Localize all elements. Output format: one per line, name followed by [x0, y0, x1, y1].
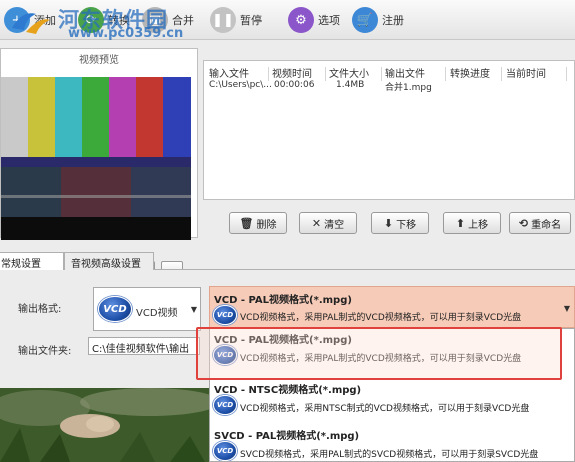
- merge-icon: ▣: [142, 7, 168, 33]
- list-action-bar: 🗑 删除 ✕ 清空 ⬇ 下移 ⬆ 上移 ⟲ 重命名: [203, 208, 575, 236]
- convert-button[interactable]: ⟳ 转换: [78, 4, 130, 36]
- clear-label: 清空: [324, 219, 345, 231]
- convert-button-label: 转换: [108, 14, 130, 27]
- merge-button[interactable]: ▣ 合并: [142, 4, 194, 36]
- video-preview-panel: 视频预览 ▶ ❚❚ ■ ∩ ◙ ▬: [0, 48, 198, 281]
- option-desc: SVCD视频格式，采用PAL制式的SVCD视频格式，可以用于刻录SVCD光盘: [240, 450, 539, 460]
- output-folder-field[interactable]: C:\佳佳视频软件\输出: [88, 337, 200, 355]
- chevron-down-icon: ▼: [190, 305, 197, 314]
- column-header[interactable]: 输出文件: [385, 65, 425, 80]
- add-icon: +: [4, 7, 30, 33]
- rename-icon: ⟲: [518, 216, 529, 230]
- table-row[interactable]: C:\Users\pc\... 00:00:06 1.4MB 合并1.mpg: [204, 80, 574, 94]
- format-option-svcd-pal[interactable]: SVCD - PAL视频格式(*.mpg) VCD SVCD视频格式，采用PAL…: [210, 425, 574, 461]
- option-title: VCD - NTSC视频格式(*.mpg): [214, 385, 362, 396]
- vcd-format-icon: VCD: [213, 441, 237, 461]
- move-up-button[interactable]: ⬆ 上移: [443, 212, 501, 234]
- selected-format-desc: VCD视频格式，采用PAL制式的VCD视频格式，可以用于刻录VCD光盘: [240, 313, 522, 323]
- clear-x-icon: ✕: [311, 216, 322, 230]
- add-button[interactable]: + 添加: [4, 4, 56, 36]
- output-format-select[interactable]: VCD VCD视频 ▼: [93, 287, 201, 331]
- trash-icon: 🗑: [239, 216, 254, 230]
- vcd-format-icon: VCD: [98, 296, 132, 322]
- options-button-label: 选项: [318, 14, 340, 27]
- move-down-label: 下移: [396, 219, 417, 231]
- background-photo: [0, 388, 210, 462]
- column-header[interactable]: 视频时间: [272, 65, 312, 80]
- column-header[interactable]: 当前时间: [506, 65, 546, 80]
- clear-button[interactable]: ✕ 清空: [299, 212, 357, 234]
- merge-button-label: 合并: [172, 14, 194, 27]
- rename-button[interactable]: ⟲ 重命名: [509, 212, 571, 234]
- arrow-up-icon: ⬆: [455, 216, 466, 230]
- convert-icon: ⟳: [78, 7, 104, 33]
- file-list-table: 输入文件 视频时间 文件大小 输出文件 转换进度 当前时间 C:\Users\p…: [203, 60, 575, 200]
- photo-image: [0, 388, 210, 462]
- table-header: 输入文件 视频时间 文件大小 输出文件 转换进度 当前时间: [204, 65, 574, 81]
- highlight-annotation-box: [196, 327, 562, 380]
- register-button-label: 注册: [382, 14, 404, 27]
- main-toolbar: + 添加 ⟳ 转换 ▣ 合并 ❚❚ 暂停 ⚙ 选项 🛒 注册: [0, 0, 575, 40]
- output-folder-label: 输出文件夹:: [18, 346, 72, 357]
- pause-button[interactable]: ❚❚ 暂停: [210, 4, 262, 36]
- delete-label: 删除: [256, 219, 277, 231]
- option-title: SVCD - PAL视频格式(*.mpg): [214, 431, 360, 442]
- cell-duration: 00:00:06: [274, 80, 315, 90]
- output-format-label: 输出格式:: [18, 304, 62, 315]
- tab-label: 常规设置: [1, 259, 41, 270]
- tab-advanced-settings[interactable]: 音视频高级设置: [64, 252, 154, 270]
- tab-label: 音视频高级设置: [71, 259, 141, 270]
- vcd-format-icon: VCD: [213, 305, 237, 325]
- column-header[interactable]: 输入文件: [209, 65, 249, 80]
- column-header[interactable]: 文件大小: [329, 65, 369, 80]
- options-button[interactable]: ⚙ 选项: [288, 4, 340, 36]
- output-format-value: VCD视频: [136, 308, 178, 319]
- rename-label: 重命名: [531, 219, 562, 231]
- settings-tabs: 常规设置 音视频高级设置: [0, 252, 575, 270]
- column-header[interactable]: 转换进度: [450, 65, 490, 80]
- options-gear-icon: ⚙: [288, 7, 314, 33]
- tab-general-settings[interactable]: 常规设置: [0, 252, 64, 270]
- move-down-button[interactable]: ⬇ 下移: [371, 212, 429, 234]
- video-frame-image: [1, 77, 191, 240]
- format-dropdown-current[interactable]: VCD - PAL视频格式(*.mpg) VCD VCD视频格式，采用PAL制式…: [209, 286, 575, 328]
- register-cart-icon: 🛒: [352, 7, 378, 33]
- preview-title: 视频预览: [79, 55, 119, 66]
- pause-icon: ❚❚: [210, 7, 236, 33]
- cell-size: 1.4MB: [336, 80, 365, 90]
- chevron-down-icon: ▼: [563, 304, 570, 313]
- selected-format-title: VCD - PAL视频格式(*.mpg): [214, 295, 352, 306]
- cell-output-file: 合并1.mpg: [385, 83, 432, 93]
- cell-input-file: C:\Users\pc\...: [209, 80, 272, 90]
- option-desc: VCD视频格式，采用NTSC制式的VCD视频格式，可以用于刻录VCD光盘: [240, 404, 530, 414]
- add-button-label: 添加: [34, 14, 56, 27]
- video-frame: [1, 77, 191, 240]
- delete-button[interactable]: 🗑 删除: [229, 212, 287, 234]
- vcd-format-icon: VCD: [213, 395, 237, 415]
- move-up-label: 上移: [468, 219, 489, 231]
- arrow-down-icon: ⬇: [383, 216, 394, 230]
- register-button[interactable]: 🛒 注册: [352, 4, 404, 36]
- format-option-vcd-ntsc[interactable]: VCD - NTSC视频格式(*.mpg) VCD VCD视频格式，采用NTSC…: [210, 379, 574, 424]
- pause-button-label: 暂停: [240, 14, 262, 27]
